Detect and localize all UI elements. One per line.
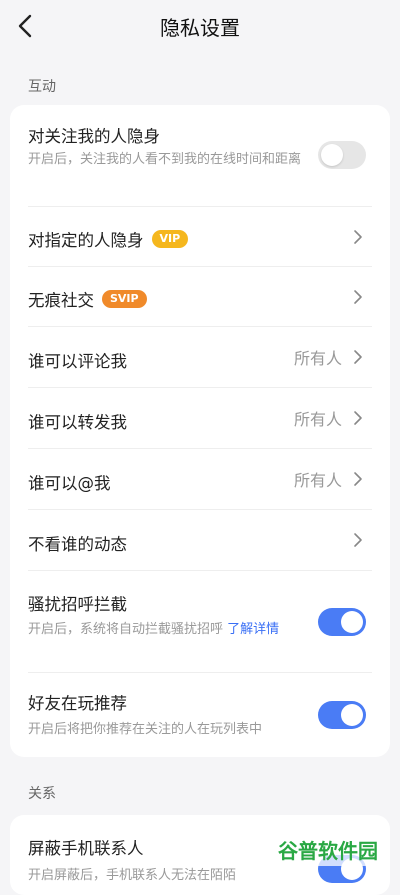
row-hide-from-specific[interactable]: 对指定的人隐身 VIP [28,207,372,267]
vip-badge: VIP [151,230,189,248]
section-label-interaction: 互动 [28,79,56,95]
row-hide-from-followers: 对关注我的人隐身 开启后，关注我的人看不到我的在线时间和距离 [28,105,372,207]
chevron-right-icon [354,289,362,304]
page-title: 隐私设置 [160,16,240,40]
chevron-right-icon [354,229,362,244]
toggle-knob [321,144,343,166]
row-friend-playing-recommend: 好友在玩推荐 开启后将把你推荐在关注的人在玩列表中 [28,673,372,757]
row-subtitle: 开启后，关注我的人看不到我的在线时间和距离 [28,152,302,167]
row-traceless-social[interactable]: 无痕社交 SVIP [28,267,372,327]
row-title: 不看谁的动态 [28,535,127,554]
section-label-relationship: 关系 [28,786,56,802]
toggle-knob [341,704,363,726]
row-title: 谁可以@我 [28,474,111,493]
interaction-settings-card: 对关注我的人隐身 开启后，关注我的人看不到我的在线时间和距离 对指定的人隐身 V… [10,105,390,757]
row-title: 谁可以转发我 [28,413,127,432]
row-title: 屏蔽手机联系人 [28,839,144,858]
row-title: 谁可以评论我 [28,352,127,371]
row-title: 无痕社交 [28,291,94,310]
row-who-can-mention[interactable]: 谁可以@我 所有人 [28,449,372,510]
chevron-right-icon [354,533,362,547]
row-subtitle: 开启后，系统将自动拦截骚扰招呼 [28,622,224,637]
row-who-can-comment[interactable]: 谁可以评论我 所有人 [28,327,372,388]
learn-more-link[interactable]: 了解详情 [227,622,279,637]
row-title: 好友在玩推荐 [28,694,127,713]
row-title: 对关注我的人隐身 [28,127,160,146]
row-title: 对指定的人隐身 [28,231,144,250]
row-hide-whose-posts[interactable]: 不看谁的动态 [28,510,372,571]
row-who-can-repost[interactable]: 谁可以转发我 所有人 [28,388,372,449]
row-value: 所有人 [293,471,342,490]
row-value: 所有人 [293,349,342,368]
harassment-block-toggle[interactable] [318,608,366,636]
hide-from-followers-toggle[interactable] [318,141,366,169]
watermark: 谷普软件园 [268,832,388,866]
row-title: 骚扰招呼拦截 [28,595,127,614]
chevron-right-icon [354,411,362,425]
chevron-right-icon [354,350,362,364]
toggle-knob [341,611,363,633]
row-subtitle: 开启后将把你推荐在关注的人在玩列表中 [28,722,263,737]
row-value: 所有人 [293,410,342,429]
row-harassment-block: 骚扰招呼拦截 开启后，系统将自动拦截骚扰招呼 了解详情 [28,571,372,673]
friend-playing-recommend-toggle[interactable] [318,701,366,729]
svip-badge: SVIP [102,290,147,308]
nav-bar: 隐私设置 [0,0,400,52]
row-subtitle: 开启屏蔽后，手机联系人无法在陌陌 [28,868,237,883]
chevron-right-icon [354,472,362,486]
